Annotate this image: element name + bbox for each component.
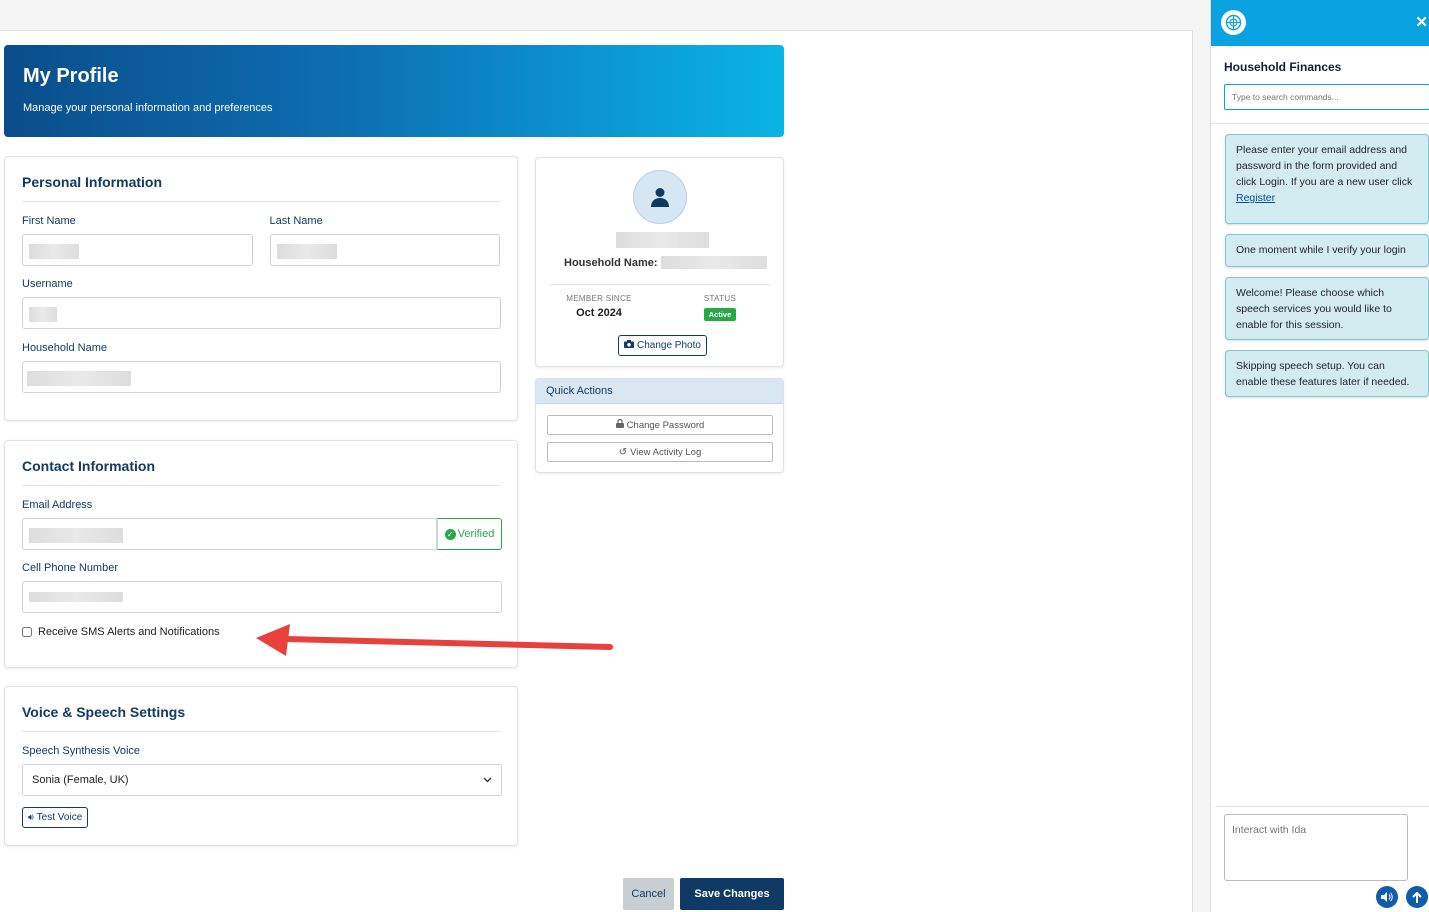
quick-actions-header: Quick Actions: [536, 379, 783, 404]
profile-name-redacted: [616, 232, 709, 248]
member-since-value: Oct 2024: [576, 307, 622, 319]
username-input[interactable]: [22, 297, 501, 329]
voice-select[interactable]: Sonia (Female, UK): [22, 764, 502, 796]
volume-icon: [1381, 892, 1393, 902]
quick-actions-card: Quick Actions Change Password ↺ View Act…: [535, 378, 784, 473]
cancel-button[interactable]: Cancel: [623, 878, 674, 910]
register-link[interactable]: Register: [1236, 192, 1275, 204]
chat-message: One moment while I verify your login: [1225, 234, 1429, 267]
chat-message-text: One moment while I verify your login: [1236, 244, 1406, 256]
personal-info-title: Personal Information: [22, 174, 500, 202]
voice-select-value: Sonia (Female, UK): [32, 774, 129, 786]
profile-divider: [550, 284, 770, 285]
change-photo-label: Change Photo: [637, 340, 701, 351]
profile-header: My Profile Manage your personal informat…: [4, 45, 784, 137]
household-name-label: Household Name: [22, 342, 107, 354]
test-voice-label: Test Voice: [36, 812, 83, 823]
household-name-input[interactable]: [22, 361, 501, 393]
change-photo-button[interactable]: Change Photo: [618, 335, 707, 356]
arrow-up-icon: [1412, 891, 1422, 903]
speaker-button[interactable]: [1376, 886, 1398, 908]
assistant-header-bar: ✕: [1211, 0, 1429, 46]
assistant-title: Household Finances: [1224, 60, 1342, 74]
profile-summary-card: Household Name: MEMBER SINCE Oct 2024 ST…: [535, 157, 784, 367]
voice-settings-card: Voice & Speech Settings Speech Synthesis…: [4, 686, 518, 846]
verified-badge: ✓ Verified: [437, 518, 502, 550]
household-name-caption: Household Name:: [564, 256, 658, 269]
first-name-label: First Name: [22, 215, 76, 227]
member-since-label: MEMBER SINCE: [566, 294, 632, 303]
lock-icon: [615, 418, 624, 431]
page-title: My Profile: [23, 65, 119, 87]
assistant-sidebar: ✕ Household Finances Please enter your e…: [1210, 0, 1429, 912]
chat-message: Welcome! Please choose which speech serv…: [1225, 277, 1429, 340]
chevron-down-icon: [483, 774, 492, 786]
change-password-label: Change Password: [626, 419, 705, 431]
chat-input[interactable]: [1224, 814, 1408, 881]
top-bar: [0, 0, 1193, 31]
chat-message: Skipping speech setup. You can enable th…: [1225, 350, 1429, 397]
verified-label: Verified: [457, 528, 495, 540]
history-icon: ↺: [618, 446, 628, 458]
save-changes-button[interactable]: Save Changes: [680, 878, 784, 910]
activity-log-button[interactable]: ↺ View Activity Log: [547, 442, 773, 462]
status-badge: Active: [703, 308, 737, 321]
activity-log-label: View Activity Log: [630, 446, 702, 458]
last-name-input[interactable]: [269, 234, 500, 266]
user-icon: [651, 188, 669, 207]
chat-message-text: Skipping speech setup. You can enable th…: [1236, 360, 1410, 388]
chat-message-text: Welcome! Please choose which speech serv…: [1236, 287, 1392, 331]
personal-info-card: Personal Information First Name Last Nam…: [4, 156, 518, 421]
annotation-arrow: [256, 624, 613, 656]
sms-alerts-label: Receive SMS Alerts and Notifications: [38, 626, 220, 638]
chat-message-text: Please enter your email address and pass…: [1236, 144, 1413, 188]
contact-info-title: Contact Information: [22, 458, 500, 486]
chat-input-divider: [1215, 806, 1429, 807]
voice-settings-title: Voice & Speech Settings: [22, 704, 500, 732]
page-subtitle: Manage your personal information and pre…: [23, 102, 273, 114]
send-button[interactable]: [1406, 886, 1428, 908]
main-page: My Profile Manage your personal informat…: [0, 0, 1193, 912]
voice-label: Speech Synthesis Voice: [22, 745, 141, 757]
username-label: Username: [22, 278, 73, 290]
status-label: STATUS: [703, 294, 737, 303]
first-name-input[interactable]: [22, 234, 253, 266]
chat-message: Please enter your email address and pass…: [1225, 134, 1429, 224]
speaker-icon: 🔊︎: [28, 812, 34, 822]
check-circle-icon: ✓: [444, 528, 456, 540]
chat-messages: Please enter your email address and pass…: [1211, 124, 1429, 397]
sms-alerts-checkbox[interactable]: [22, 627, 32, 637]
camera-icon: [624, 340, 634, 351]
test-voice-button[interactable]: 🔊︎ Test Voice: [22, 807, 89, 828]
close-icon[interactable]: ✕: [1415, 13, 1428, 31]
email-label: Email Address: [22, 499, 93, 511]
email-input[interactable]: [22, 518, 437, 550]
phone-input[interactable]: [22, 581, 502, 613]
avatar: [633, 170, 687, 224]
assistant-logo-icon: [1221, 10, 1246, 35]
phone-label: Cell Phone Number: [22, 562, 118, 574]
last-name-label: Last Name: [269, 215, 323, 227]
change-password-button[interactable]: Change Password: [547, 415, 773, 435]
household-name-redacted: [660, 256, 767, 269]
command-search-input[interactable]: [1224, 84, 1429, 110]
